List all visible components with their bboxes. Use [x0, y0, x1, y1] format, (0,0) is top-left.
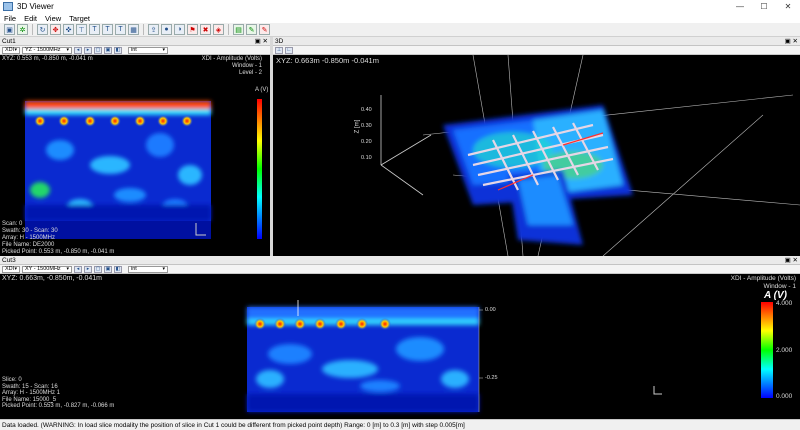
box-icon[interactable]: ▤ — [233, 24, 244, 35]
export-icon[interactable]: ⇪ — [148, 24, 159, 35]
view3d-scene — [380, 55, 800, 256]
cut3-radargram — [247, 300, 773, 412]
cut3-color-scale — [761, 302, 773, 398]
view-side-icon[interactable]: T — [102, 24, 113, 35]
view-iso-icon[interactable]: T — [115, 24, 126, 35]
view3d-tool-axis[interactable]: ⊥ — [275, 46, 283, 54]
view3d-toolbar: ⊥ ∟ — [273, 46, 800, 55]
cut1-interp-select[interactable]: int — [128, 46, 168, 54]
cut3-tool-2[interactable]: ▸ — [84, 265, 92, 273]
cut3-scale-min: 0.000 — [776, 393, 793, 400]
cut3-tool-3[interactable]: ▢ — [94, 265, 102, 273]
cut3-interp-select[interactable]: int — [128, 265, 168, 273]
app-icon — [3, 2, 13, 11]
cut3-data-select[interactable]: XDI — [2, 265, 20, 273]
main-toolbar: ▣ ✲ ↻ ✥ ✜ ⊤ T T T ▦ ⇪ ● ◑ ⚑ ✖ ◈ ▤ ✎ ✎ — [0, 23, 800, 37]
view3d-dock-buttons[interactable]: ▣ ✕ — [785, 37, 798, 45]
toolbar-separator — [32, 24, 33, 35]
view3d-canvas[interactable]: XYZ: 0.663m -0.850m -0.041m Z [m] 0.40 0… — [273, 55, 800, 256]
view-top-icon[interactable]: ⊤ — [76, 24, 87, 35]
target-add-icon[interactable]: ✎ — [246, 24, 257, 35]
cut1-dock-buttons[interactable]: ▣ ✕ — [255, 37, 268, 45]
cut3-tool-1[interactable]: ◂ — [74, 265, 82, 273]
grid-icon[interactable]: ▦ — [128, 24, 139, 35]
cut3-tool-4[interactable]: ▣ — [104, 265, 112, 273]
cut1-header: Cut1 ▣ ✕ — [0, 37, 270, 46]
cut3-toolbar: XDI XY - 1500MHz ◂ ▸ ▢ ▣ ◧ int — [0, 265, 800, 274]
open-icon[interactable]: ▣ — [4, 24, 15, 35]
cut1-tool-3[interactable]: ▢ — [94, 46, 102, 54]
cut3-scale-mid: 2.000 — [776, 347, 793, 354]
view3d-tool-corner[interactable]: ∟ — [285, 46, 293, 54]
view3d-header: 3D ▣ ✕ — [273, 37, 800, 46]
cut1-data-select[interactable]: XDI — [2, 46, 20, 54]
toolbar-separator — [143, 24, 144, 35]
cut1-plane-select[interactable]: YZ - 1500MHz — [22, 46, 72, 54]
pan-icon[interactable]: ✜ — [63, 24, 74, 35]
target-remove-icon[interactable]: ✎ — [259, 24, 270, 35]
cut3-tool-5[interactable]: ◧ — [114, 265, 122, 273]
settings-icon[interactable]: ✲ — [17, 24, 28, 35]
move-icon[interactable]: ✥ — [50, 24, 61, 35]
flag-icon[interactable]: ⚑ — [187, 24, 198, 35]
menu-target[interactable]: Target — [69, 14, 90, 23]
cut3-plane-select[interactable]: XY - 1500MHz — [22, 265, 72, 273]
color-icon[interactable]: ◑ — [174, 24, 185, 35]
view3d-tick-4: 0.10 — [361, 155, 372, 161]
cut1-tool-2[interactable]: ▸ — [84, 46, 92, 54]
status-text: Data loaded. (WARNING: In load slice mod… — [2, 421, 465, 429]
minimize-button[interactable]: — — [728, 2, 752, 11]
view3d-tick-3: 0.20 — [361, 139, 372, 145]
cut1-tool-4[interactable]: ▣ — [104, 46, 112, 54]
cut3-title: Cut3 — [2, 256, 16, 264]
title-bar: 3D Viewer — ☐ ✕ — [0, 0, 800, 13]
view-front-icon[interactable]: T — [89, 24, 100, 35]
cut3-header: Cut3 ▣ ✕ — [0, 256, 800, 265]
sphere-icon[interactable]: ● — [161, 24, 172, 35]
menu-file[interactable]: File — [4, 14, 16, 23]
view3d-tick-2: 0.30 — [361, 123, 372, 129]
view3d-tick-1: 0.40 — [361, 107, 372, 113]
cut1-toolbar: XDI YZ - 1500MHz ◂ ▸ ▢ ▣ ◧ int — [0, 46, 270, 55]
cut1-info-readout: Scan: 0 Swath: 30 - Scan: 30 Array: H - … — [2, 221, 115, 255]
rotate-icon[interactable]: ↻ — [37, 24, 48, 35]
delete-icon[interactable]: ✖ — [200, 24, 211, 35]
cut1-title: Cut1 — [2, 37, 16, 45]
cut3-info-readout: Slice: 0 Swath: 15 - Scan: 16 Array: H -… — [2, 377, 115, 409]
status-bar: Data loaded. (WARNING: In load slice mod… — [0, 419, 800, 430]
cut3-scale-max: 4.000 — [776, 300, 793, 307]
menu-bar: File Edit View Target — [0, 13, 800, 23]
cut3-axis-marker — [653, 386, 662, 395]
marker-icon[interactable]: ◈ — [213, 24, 224, 35]
toolbar-separator — [228, 24, 229, 35]
view3d-title: 3D — [275, 37, 284, 45]
cut1-color-scale — [257, 99, 262, 239]
maximize-button[interactable]: ☐ — [752, 2, 776, 11]
cut3-depth-top: 0.00 — [485, 307, 496, 313]
cut1-view[interactable]: XYZ: 0.553 m, -0.850 m, -0.041 m XDI - A… — [0, 55, 270, 256]
cut3-dock-buttons[interactable]: ▣ ✕ — [785, 256, 798, 264]
window-title: 3D Viewer — [17, 2, 54, 11]
menu-view[interactable]: View — [45, 14, 61, 23]
cut3-depth-mid: -0.25 — [485, 375, 498, 381]
cut1-tool-1[interactable]: ◂ — [74, 46, 82, 54]
cut3-view[interactable]: XYZ: 0.663m, -0.850m, -0.041m XDI - Ampl… — [0, 274, 800, 419]
view3d-axes — [380, 95, 432, 196]
close-button[interactable]: ✕ — [776, 2, 800, 11]
cut1-tool-5[interactable]: ◧ — [114, 46, 122, 54]
menu-edit[interactable]: Edit — [24, 14, 37, 23]
